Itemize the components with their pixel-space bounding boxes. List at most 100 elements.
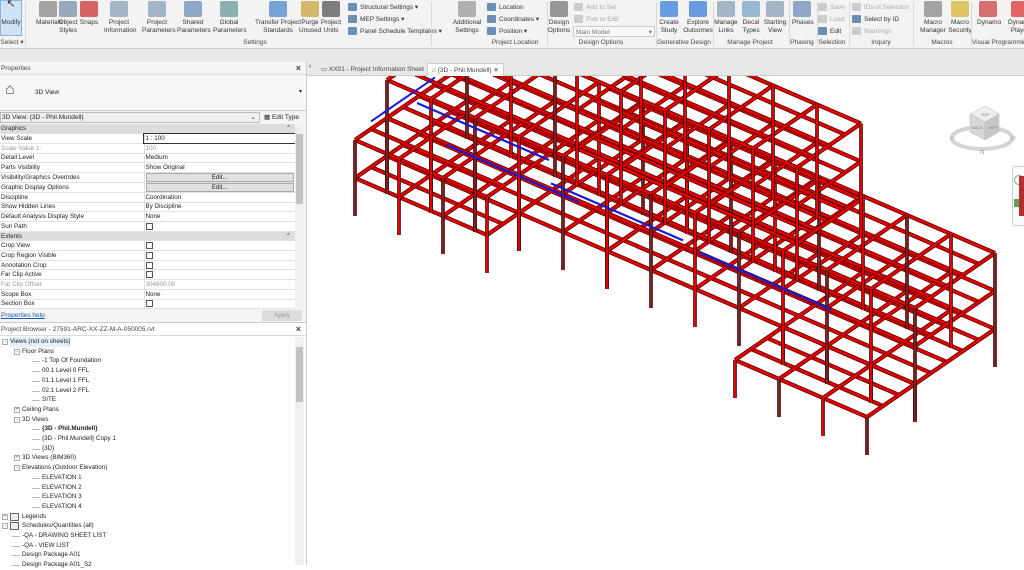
close-icon[interactable]: × (296, 323, 301, 336)
type-selector[interactable]: ⌂ 3D View ▾ (0, 75, 306, 111)
shared-parameters-button[interactable]: Shared Parameters (177, 1, 211, 34)
browser-item[interactable]: 3D Views (BIM360) (22, 453, 76, 463)
browser-item[interactable]: -QA - DRAWING SHEET LIST (22, 531, 106, 541)
browser-item[interactable]: Design Package A01 (22, 550, 80, 560)
browser-item[interactable]: Floor Plans (22, 347, 54, 357)
browser-scrollbar[interactable] (295, 337, 304, 565)
viewcube[interactable]: TOP BACK LEFT N E W (937, 96, 1017, 176)
property-value[interactable]: Medium (144, 153, 295, 164)
property-value[interactable]: Edit... (144, 182, 295, 193)
property-value[interactable]: None (144, 211, 295, 222)
3d-viewport[interactable]: TOP BACK LEFT N E W (307, 23, 1024, 565)
collapse-toggle-icon[interactable]: - (14, 348, 20, 355)
browser-item[interactable]: ELEVATION 4 (42, 502, 82, 512)
coordinates-button[interactable]: Coordinates ▾ (487, 14, 539, 25)
browser-item[interactable]: 02.1 Level 2 FFL (42, 386, 89, 396)
global-parameters-button[interactable]: Global Parameters (213, 1, 247, 34)
create-study-button[interactable]: Create Study (657, 1, 681, 34)
edit-button[interactable]: Edit... (145, 182, 294, 192)
load-button[interactable]: Load (818, 14, 844, 25)
macro-security-button[interactable]: Macro Security (946, 1, 974, 34)
browser-item[interactable]: ELEVATION 1 (42, 473, 82, 483)
expand-toggle-icon[interactable]: + (14, 455, 20, 462)
collapse-toggle-icon[interactable]: - (2, 339, 8, 345)
dynamo-player-button[interactable]: Dynamo Player (1008, 1, 1024, 34)
collapse-toggle-icon[interactable]: - (14, 416, 20, 423)
dynamo-button[interactable]: Dynamo (977, 1, 1001, 27)
decal-types-button[interactable]: Decal Types (740, 1, 762, 34)
panel-schedule-templates-button[interactable]: Panel Schedule Templates ▾ (348, 26, 442, 37)
tab-project-information-sheet[interactable]: ▭ XX01 - Project Information Sheet (317, 63, 428, 76)
location-button[interactable]: Location (487, 2, 524, 13)
property-value[interactable] (144, 299, 295, 309)
property-value[interactable]: None (144, 289, 295, 300)
browser-item[interactable]: 00.1 Level 0 FFL (42, 366, 89, 376)
phases-button[interactable]: Phases (792, 1, 814, 27)
property-value[interactable]: 100 (144, 143, 295, 154)
browser-item[interactable]: Elevations (Outdoor Elevation) (22, 463, 107, 473)
design-options-button[interactable]: Design Options (547, 1, 571, 34)
group-label[interactable]: Graphics ⌃ (0, 124, 295, 135)
browser-item[interactable]: ELEVATION 3 (42, 492, 82, 502)
checkbox[interactable] (145, 251, 153, 259)
structural-settings-button[interactable]: Structural Settings ▾ (348, 2, 418, 13)
save-button[interactable]: Save (818, 2, 845, 13)
purge-unused-button[interactable]: Purge Unused (299, 1, 321, 34)
close-icon[interactable]: × (296, 62, 301, 75)
browser-item[interactable]: Legends (22, 512, 46, 522)
collapse-icon[interactable]: ⌃ (286, 125, 291, 132)
property-value[interactable]: Show Original (144, 162, 295, 173)
design-option-dropdown[interactable]: Main Model ▾ (573, 26, 655, 37)
properties-help-link[interactable]: Properties help (0, 312, 45, 319)
ids-of-selection-button[interactable]: IDs of Selection (852, 2, 910, 13)
position-button[interactable]: Position ▾ (487, 26, 527, 37)
property-value[interactable] (144, 221, 295, 232)
property-value[interactable]: 1 : 100 (143, 132, 296, 145)
checkbox[interactable] (145, 261, 153, 269)
project-parameters-button[interactable]: Project Parameters (142, 1, 176, 34)
expand-toggle-icon[interactable]: + (2, 513, 8, 520)
browser-item[interactable]: Design Package A01_S2 (22, 560, 92, 570)
browser-item[interactable]: {3D} (42, 444, 54, 454)
transfer-project-standards-button[interactable]: Transfer Project Standards (255, 1, 301, 34)
property-value[interactable] (144, 260, 295, 271)
property-value[interactable] (144, 250, 295, 261)
instance-dropdown[interactable]: 3D View: {3D - Phil.Mundell} ⌄ (0, 112, 260, 123)
browser-item[interactable]: -1 Top Of Foundation (42, 356, 101, 366)
browser-item[interactable]: Ceiling Plans (22, 405, 59, 415)
select-by-id-button[interactable]: Select by ID (852, 14, 899, 25)
browser-item[interactable]: 3D Views (22, 415, 48, 425)
collapse-toggle-icon[interactable]: - (2, 523, 8, 530)
browser-item[interactable]: Views (not on sheets) (10, 337, 71, 347)
additional-settings-button[interactable]: Additional Settings (452, 1, 482, 34)
close-tab-icon[interactable]: ✕ (493, 67, 498, 74)
explore-outcomes-button[interactable]: Explore Outcomes (683, 1, 713, 34)
property-value[interactable] (144, 269, 295, 281)
edit-type-button[interactable]: ▦ Edit Type (264, 111, 299, 124)
project-units-button[interactable]: Project Units (320, 1, 342, 34)
checkbox[interactable] (145, 271, 153, 279)
edit-button[interactable]: Edit (818, 26, 841, 37)
starting-view-button[interactable]: Starting View (763, 1, 787, 34)
browser-item[interactable]: Schedules/Quantities (all) (22, 521, 94, 531)
project-information-button[interactable]: Project Information (104, 1, 137, 34)
browser-item[interactable]: 01.1 Level 1 FFL (42, 376, 89, 386)
mep-settings-button[interactable]: MEP Settings ▾ (348, 14, 404, 25)
browser-item[interactable]: {3D - Phil.Mundell} Copy 1 (42, 434, 116, 444)
browser-item[interactable]: {3D - Phil.Mundell} (42, 424, 98, 434)
apply-button[interactable]: Apply (262, 310, 302, 321)
manage-links-button[interactable]: Manage Links (714, 1, 738, 34)
collapse-toggle-icon[interactable]: - (14, 465, 20, 472)
snaps-button[interactable]: Snaps (79, 1, 99, 27)
group-label[interactable]: Extents ⌃ (0, 231, 295, 242)
materials-button[interactable]: Materials (36, 1, 62, 27)
expand-toggle-icon[interactable]: + (14, 406, 20, 413)
chevron-down-icon[interactable]: ▾ (299, 88, 302, 95)
add-to-set-button[interactable]: Add to Set (574, 2, 616, 13)
property-value[interactable]: 304800.00 (144, 279, 295, 290)
tab-scroll-left-icon[interactable]: ‹ (309, 63, 311, 70)
property-value[interactable]: By Discipline (144, 202, 295, 213)
pick-to-edit-button[interactable]: Pick to Edit (574, 14, 619, 25)
macro-manager-button[interactable]: Macro Manager (919, 1, 947, 34)
modify-button[interactable]: ↖ Modify (0, 0, 22, 36)
